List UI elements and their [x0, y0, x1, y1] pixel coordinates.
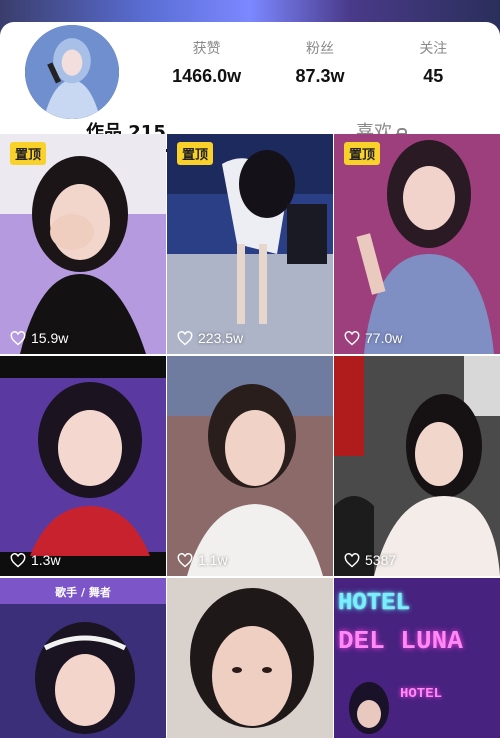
video-tile[interactable]: 置顶 15.9w [0, 134, 166, 354]
neon-sign-line2: DEL LUNA [338, 626, 463, 656]
video-thumbnail [334, 134, 500, 354]
heart-icon [344, 330, 360, 345]
heart-icon [177, 552, 193, 567]
video-tile[interactable]: 5387 [334, 356, 500, 576]
followers-stat[interactable]: 粉丝 87.3w [263, 38, 376, 87]
video-thumbnail [167, 578, 333, 738]
profile-avatar[interactable] [22, 22, 122, 122]
pinned-badge: 置顶 [10, 142, 47, 165]
stat-value: 87.3w [295, 66, 345, 86]
like-count: 15.9w [31, 330, 69, 346]
like-count: 1.1w [198, 552, 228, 568]
heart-icon [10, 330, 26, 345]
neon-sign-line1: HOTEL [338, 590, 411, 617]
video-likes: 77.0w [344, 330, 402, 346]
video-thumbnail [0, 578, 166, 738]
following-stat[interactable]: 关注 45 [377, 38, 490, 87]
video-likes: 223.5w [177, 330, 243, 346]
heart-icon [177, 330, 193, 345]
like-count: 223.5w [198, 330, 244, 346]
video-tile[interactable]: 置顶 223.5w [167, 134, 333, 354]
pinned-badge: 置顶 [177, 142, 214, 165]
like-count: 1.3w [31, 552, 61, 568]
stat-label: 获赞 [192, 41, 221, 57]
video-thumbnail [0, 356, 166, 576]
likes-received-stat[interactable]: 获赞 1466.0w [150, 38, 263, 87]
video-tile[interactable]: HOTEL DEL LUNA HOTEL [334, 578, 500, 738]
video-tile[interactable]: 歌手 / 舞者 [0, 578, 166, 738]
stat-value: 45 [423, 66, 444, 86]
profile-stats: 获赞 1466.0w 粉丝 87.3w 关注 45 [150, 38, 490, 87]
video-thumbnail [167, 134, 333, 354]
video-tile[interactable] [167, 578, 333, 738]
video-thumbnail [167, 356, 333, 576]
like-count: 5387 [365, 552, 397, 568]
video-thumbnail [334, 356, 500, 576]
heart-icon [10, 552, 26, 567]
heart-icon [344, 552, 360, 567]
pinned-badge: 置顶 [344, 142, 381, 165]
video-tile[interactable]: 1.3w [0, 356, 166, 576]
video-likes: 5387 [344, 552, 396, 568]
video-likes: 1.3w [10, 552, 61, 568]
video-thumbnail [0, 134, 166, 354]
video-caption: 歌手 / 舞者 [55, 586, 111, 599]
stat-label: 粉丝 [305, 41, 334, 57]
avatar-photo [25, 25, 119, 119]
video-tile[interactable]: 置顶 77.0w [334, 134, 500, 354]
stat-value: 1466.0w [172, 66, 242, 86]
stat-label: 关注 [419, 41, 448, 57]
neon-sign-line3: HOTEL [400, 686, 443, 702]
video-likes: 15.9w [10, 330, 68, 346]
video-tile[interactable]: 1.1w [167, 356, 333, 576]
video-grid: 置顶 15.9w 置顶 223.5w 置顶 77.0w 1.3w 1.1w 53… [0, 134, 500, 738]
video-likes: 1.1w [177, 552, 228, 568]
like-count: 77.0w [365, 330, 403, 346]
